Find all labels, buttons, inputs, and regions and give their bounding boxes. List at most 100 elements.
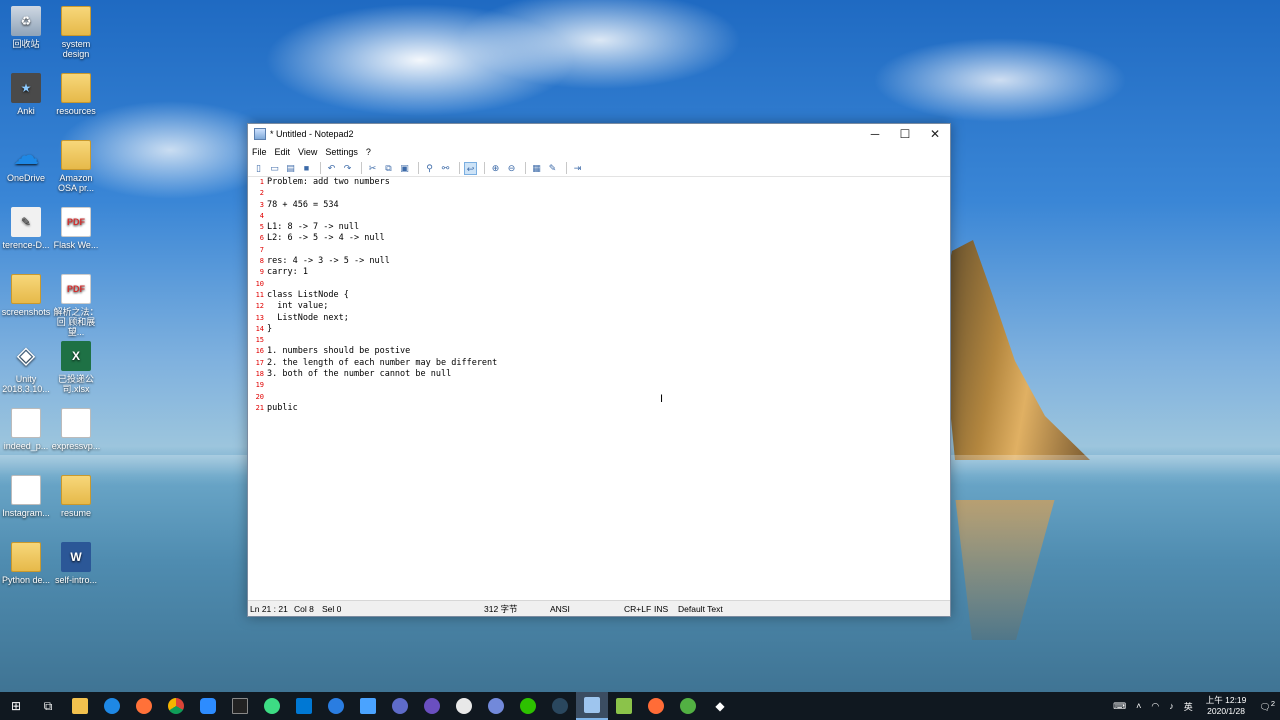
code-line[interactable]: carry: 1	[267, 267, 950, 278]
code-line[interactable]	[267, 380, 950, 391]
steam-icon[interactable]	[544, 692, 576, 720]
status-encoding[interactable]: ANSI	[550, 604, 570, 614]
desktop-icon[interactable]: screenshots	[0, 274, 52, 317]
code-line[interactable]	[267, 279, 950, 290]
desktop-icon[interactable]: resources	[50, 73, 102, 116]
redo-icon[interactable]: ↷	[341, 162, 354, 175]
desktop-icon[interactable]: ◈ Unity 2018.3.10...	[0, 341, 52, 395]
zoom-out-icon[interactable]: ⊖	[505, 162, 518, 175]
customize-icon[interactable]: ✎	[546, 162, 559, 175]
menu-help[interactable]: ?	[366, 147, 371, 157]
desktop-icon[interactable]: PDF 解析之法：回 顾和展望...	[50, 274, 102, 337]
new-file-icon[interactable]: ▯	[252, 162, 265, 175]
status-line-endings[interactable]: CR+LF	[624, 604, 651, 614]
code-line[interactable]: Problem: add two numbers	[267, 177, 950, 188]
xbox-icon[interactable]	[672, 692, 704, 720]
maximize-button[interactable]: ☐	[890, 124, 920, 144]
discord-icon[interactable]	[480, 692, 512, 720]
terminal-icon[interactable]	[224, 692, 256, 720]
exit-icon[interactable]: ⇥	[571, 162, 584, 175]
paste-icon[interactable]: ▣	[398, 162, 411, 175]
cut-icon[interactable]: ✂	[366, 162, 379, 175]
desktop-icon[interactable]: expressvp...	[50, 408, 102, 451]
desktop-icon[interactable]: Instagram...	[0, 475, 52, 518]
code-line[interactable]: public	[267, 403, 950, 414]
firefox-icon[interactable]	[128, 692, 160, 720]
code-line[interactable]: 78 + 456 = 534	[267, 200, 950, 211]
desktop-icon[interactable]: indeed_p...	[0, 408, 52, 451]
mail-icon[interactable]	[352, 692, 384, 720]
code-line[interactable]: res: 4 -> 3 -> 5 -> null	[267, 256, 950, 267]
save-icon[interactable]: ■	[300, 162, 313, 175]
title-bar[interactable]: * Untitled - Notepad2 ─ ☐ ✕	[248, 124, 950, 144]
code-line[interactable]: int value;	[267, 301, 950, 312]
menu-edit[interactable]: Edit	[275, 147, 291, 157]
close-button[interactable]: ✕	[920, 124, 950, 144]
open-file-icon[interactable]: ▭	[268, 162, 281, 175]
input-language[interactable]: 英	[1184, 700, 1193, 713]
obs-icon[interactable]	[384, 692, 416, 720]
slack-icon[interactable]	[448, 692, 480, 720]
postman-icon[interactable]	[640, 692, 672, 720]
desktop-icon[interactable]: system design	[50, 6, 102, 59]
desktop-icon[interactable]: ✎ terence-D...	[0, 207, 52, 250]
code-line[interactable]	[267, 188, 950, 199]
menu-file[interactable]: File	[252, 147, 267, 157]
code-line[interactable]: 3. both of the number cannot be null	[267, 369, 950, 380]
menu-settings[interactable]: Settings	[325, 147, 358, 157]
android-studio-icon[interactable]	[256, 692, 288, 720]
code-line[interactable]: ListNode next;	[267, 313, 950, 324]
zoom-in-icon[interactable]: ⊕	[489, 162, 502, 175]
text-editor[interactable]: 1 2 3 4 5 6 7 8 9 10 11 12 13 14 15 16 17 18 19 20 21 Proble…	[248, 177, 950, 600]
code-line[interactable]: L1: 8 -> 7 -> null	[267, 222, 950, 233]
undo-icon[interactable]: ↶	[325, 162, 338, 175]
keyboard-icon[interactable]: ⌨	[1113, 701, 1126, 712]
code-line[interactable]: 2. the length of each number may be diff…	[267, 358, 950, 369]
eclipse-icon[interactable]	[416, 692, 448, 720]
code-line[interactable]	[267, 245, 950, 256]
code-line[interactable]	[267, 335, 950, 346]
task-view-icon[interactable]: ⧉	[32, 692, 64, 720]
menu-view[interactable]: View	[298, 147, 317, 157]
scheme-icon[interactable]: ▦	[530, 162, 543, 175]
unity-taskbar-icon[interactable]: ◆	[704, 692, 736, 720]
vscode-icon[interactable]	[288, 692, 320, 720]
edge-icon[interactable]	[96, 692, 128, 720]
chrome-icon[interactable]	[160, 692, 192, 720]
minimize-button[interactable]: ─	[860, 124, 890, 144]
replace-icon[interactable]: ⚯	[439, 162, 452, 175]
desktop-icon[interactable]: ☁ OneDrive	[0, 140, 52, 183]
desktop-icon[interactable]: X 已投递公司.xlsx	[50, 341, 102, 394]
start-button[interactable]: ⊞	[0, 692, 32, 720]
file-explorer-icon[interactable]	[64, 692, 96, 720]
status-insert-mode[interactable]: INS	[654, 604, 668, 614]
notification-icon[interactable]: 🗨2	[1259, 699, 1275, 713]
code-line[interactable]: L2: 6 -> 5 -> 4 -> null	[267, 233, 950, 244]
wechat-icon[interactable]	[512, 692, 544, 720]
clock[interactable]: 上午 12:19 2020/1/28	[1206, 695, 1247, 717]
volume-icon[interactable]: ♪	[1169, 701, 1174, 711]
code-line[interactable]	[267, 392, 950, 403]
maps-icon[interactable]	[320, 692, 352, 720]
zoom-icon[interactable]	[192, 692, 224, 720]
network-icon[interactable]: ◠	[1151, 701, 1159, 712]
word-wrap-icon[interactable]: ↩	[464, 161, 477, 175]
desktop-icon[interactable]: Wself-intro...	[50, 542, 102, 585]
code-line[interactable]: 1. numbers should be postive	[267, 346, 950, 357]
code-line[interactable]	[267, 211, 950, 222]
desktop-icon[interactable]: resume	[50, 475, 102, 518]
code-line[interactable]: class ListNode {	[267, 290, 950, 301]
find-icon[interactable]: ⚲	[423, 162, 436, 175]
code-line[interactable]: }	[267, 324, 950, 335]
copy-icon[interactable]: ⧉	[382, 162, 395, 175]
status-scheme[interactable]: Default Text	[678, 604, 723, 614]
desktop-icon[interactable]: Amazon OSA pr...	[50, 140, 102, 193]
desktop-icon[interactable]: Python de...	[0, 542, 52, 585]
desktop-icon[interactable]: ♻ 回收站	[0, 6, 52, 49]
browse-icon[interactable]: ▤	[284, 162, 297, 175]
tray-expand-icon[interactable]: ˄	[1136, 701, 1141, 711]
notepad-plus-icon[interactable]	[608, 692, 640, 720]
notepad2-taskbar-icon[interactable]	[576, 692, 608, 720]
desktop-icon[interactable]: ★ Anki	[0, 73, 52, 116]
editor-text-area[interactable]: Problem: add two numbers 78 + 456 = 534 L1…	[266, 177, 950, 600]
